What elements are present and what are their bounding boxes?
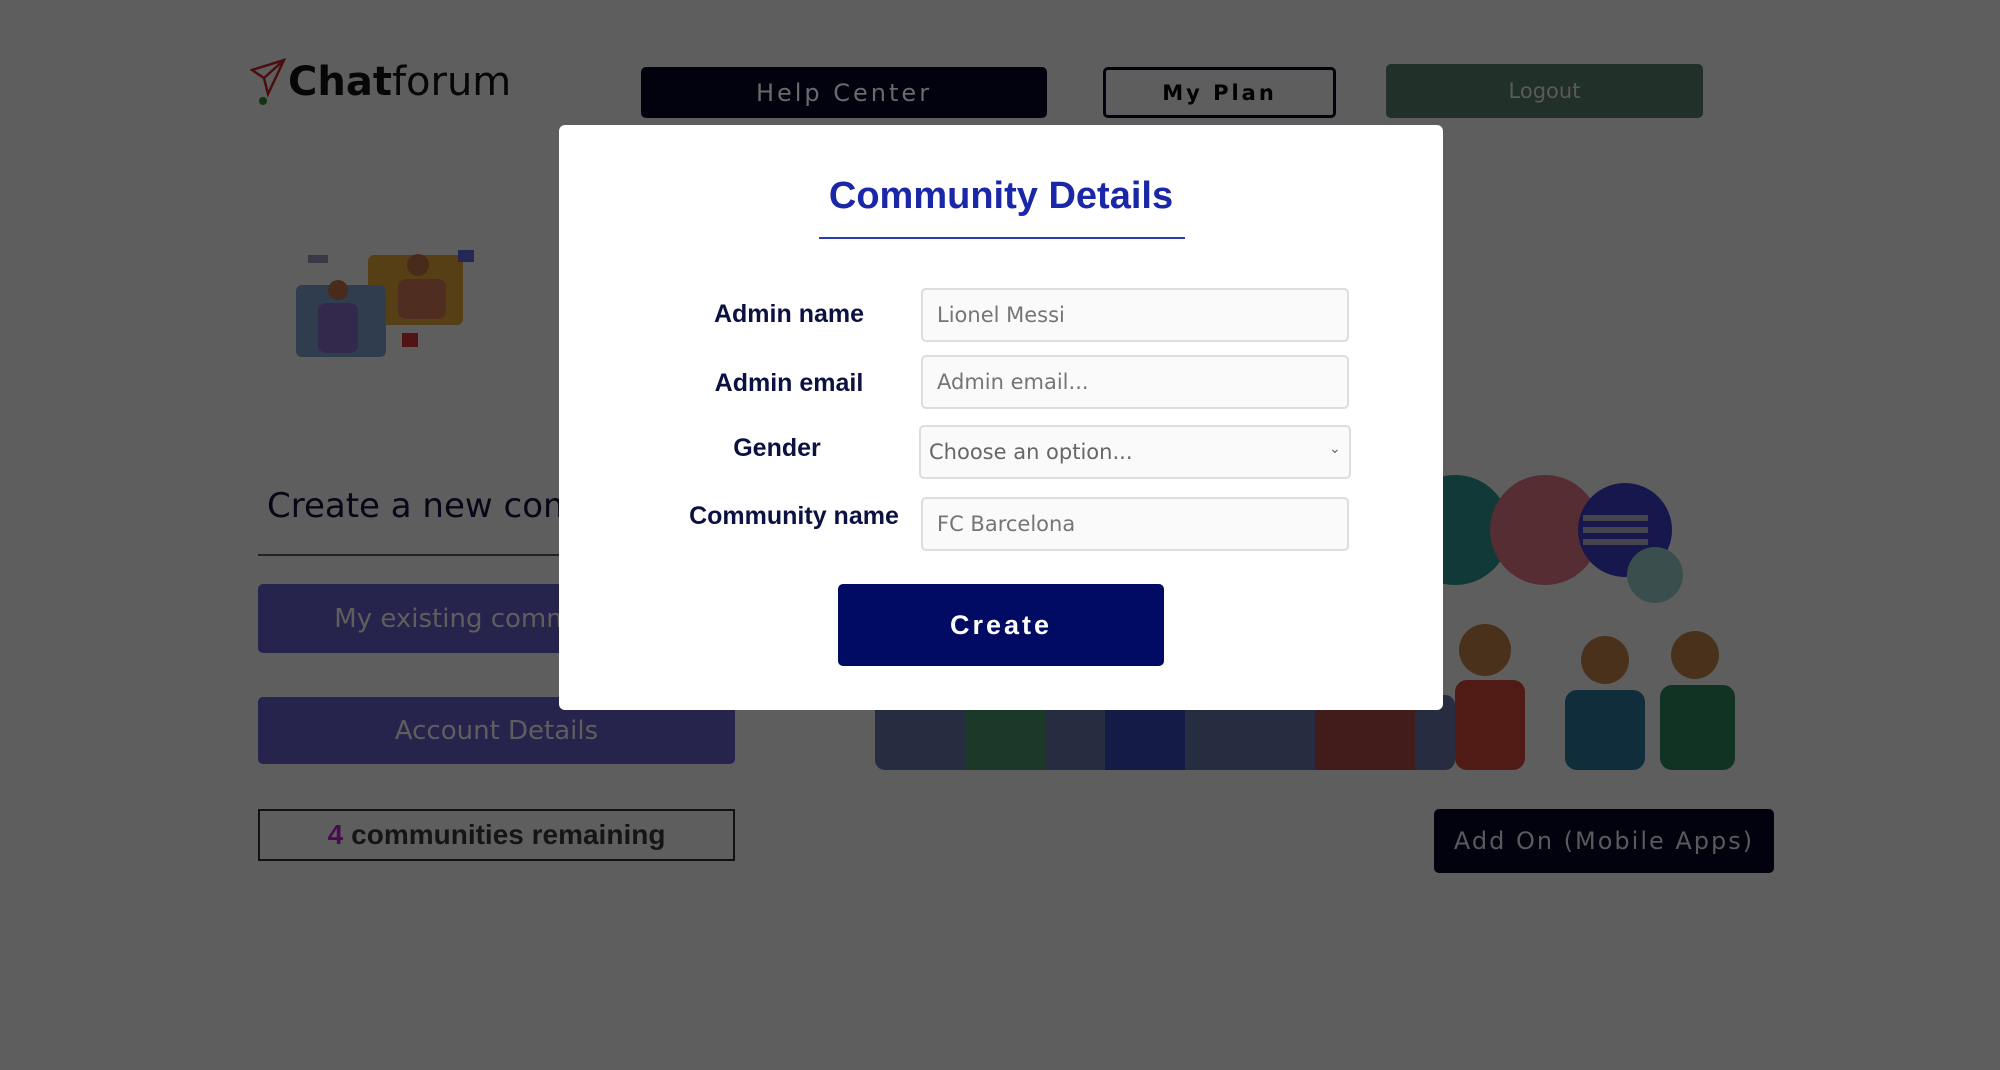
- add-on-mobile-apps-button[interactable]: Add On (Mobile Apps): [1434, 809, 1774, 873]
- admin-email-input[interactable]: [921, 355, 1349, 409]
- logo[interactable]: Chat forum: [250, 58, 511, 106]
- title-underline: [819, 237, 1185, 239]
- community-name-input[interactable]: [921, 497, 1349, 551]
- help-center-button[interactable]: Help Center: [641, 67, 1047, 118]
- chevron-down-icon: ⌄: [1329, 440, 1341, 456]
- logo-bold: Chat: [288, 59, 392, 105]
- modal-title: Community Details: [828, 175, 1174, 217]
- admin-name-label: Admin name: [713, 300, 865, 328]
- create-button[interactable]: Create: [838, 584, 1164, 666]
- communities-remaining-badge: 4 communities remaining: [258, 809, 735, 861]
- video-call-illustration: [296, 250, 474, 357]
- logout-button[interactable]: Logout: [1386, 64, 1703, 118]
- gender-label: Gender: [733, 434, 821, 462]
- admin-name-input[interactable]: [921, 288, 1349, 342]
- admin-email-label: Admin email: [714, 369, 864, 397]
- gender-select[interactable]: Choose an option...: [919, 425, 1351, 479]
- community-details-modal: Community Details Admin name Admin email…: [559, 125, 1443, 710]
- remaining-text: communities remaining: [351, 819, 666, 850]
- paper-plane-icon: [250, 58, 287, 105]
- my-plan-button[interactable]: My Plan: [1103, 67, 1336, 118]
- remaining-count: 4: [327, 819, 344, 850]
- community-name-label: Community name: [689, 502, 899, 530]
- logo-light: forum: [391, 59, 512, 105]
